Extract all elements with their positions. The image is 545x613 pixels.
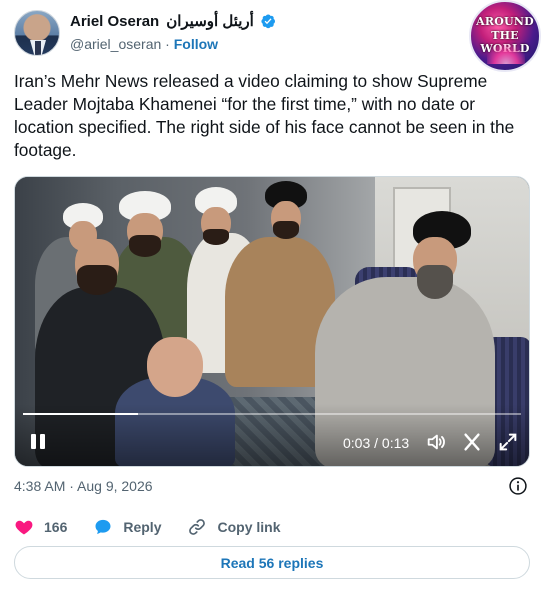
close-icon[interactable]: [461, 431, 483, 453]
tweet-actions: 166 Reply Copy link: [14, 516, 307, 538]
around-the-world-logo: AROUND THE WORLD: [469, 0, 541, 72]
video-player[interactable]: 0:03 / 0:13: [14, 176, 530, 467]
tweet-timestamp[interactable]: 4:38 AM · Aug 9, 2026: [14, 478, 153, 494]
read-replies-label: Read 56 replies: [220, 554, 324, 571]
avatar[interactable]: [14, 10, 60, 56]
logo-line-1: AROUND: [476, 15, 534, 28]
like-button[interactable]: 166: [14, 517, 67, 537]
reply-label: Reply: [123, 519, 162, 535]
copy-link-button[interactable]: Copy link: [187, 517, 281, 537]
reply-bubble-icon: [95, 519, 111, 535]
author-display-name[interactable]: Ariel Oseran: [70, 13, 159, 30]
video-progress-fill: [23, 413, 138, 415]
verified-badge-icon: [261, 14, 275, 29]
link-icon: [189, 519, 206, 535]
follow-button[interactable]: Follow: [174, 36, 218, 52]
author-name-row: Ariel Oseran أريئل أوسيران: [70, 12, 276, 30]
info-icon[interactable]: [508, 476, 528, 496]
like-count: 166: [44, 519, 68, 535]
fullscreen-icon[interactable]: [497, 431, 519, 453]
volume-icon[interactable]: [425, 431, 447, 453]
video-time-readout: 0:03 / 0:13: [343, 435, 410, 451]
tweet-text: Iran’s Mehr News released a video claimi…: [14, 71, 515, 160]
handle-separator: ·: [165, 36, 170, 52]
pause-icon[interactable]: [27, 431, 49, 453]
heart-icon: [15, 520, 33, 535]
copy-link-label: Copy link: [217, 519, 281, 535]
tweet-header: Ariel Oseran أريئل أوسيران @ariel_oseran…: [14, 8, 534, 58]
reply-button[interactable]: Reply: [93, 517, 161, 537]
video-progress-bar[interactable]: [23, 413, 521, 415]
globe-icon: [487, 42, 525, 64]
author-arabic-name[interactable]: أريئل أوسيران: [166, 12, 254, 30]
author-handle-row: @ariel_oseran · Follow: [70, 36, 218, 52]
read-replies-button[interactable]: Read 56 replies: [14, 546, 530, 579]
author-handle[interactable]: @ariel_oseran: [70, 36, 161, 52]
